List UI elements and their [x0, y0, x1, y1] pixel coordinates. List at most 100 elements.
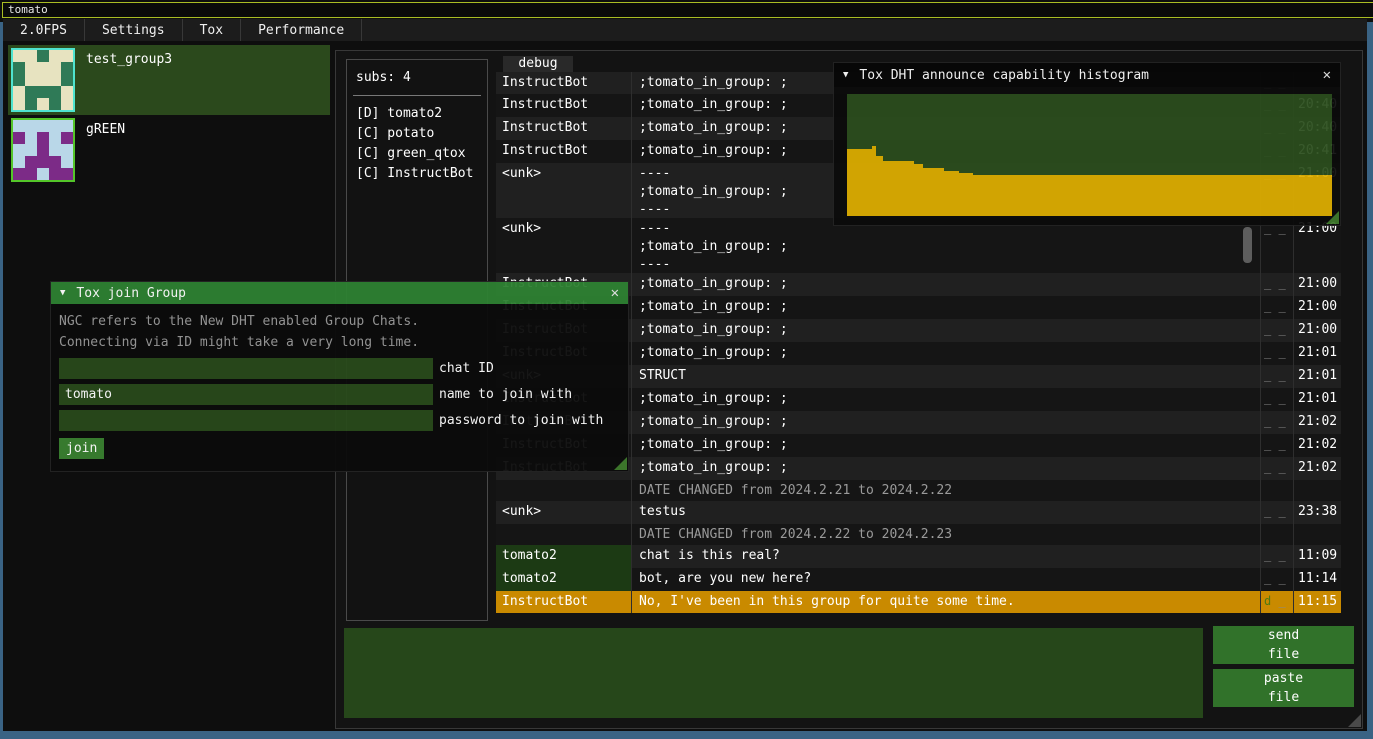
delivery-status-cell: _ _ — [1260, 273, 1293, 296]
timestamp-cell: 21:02 — [1293, 411, 1341, 434]
group-avatar — [11, 118, 75, 182]
delivery-status-cell: _ _ — [1260, 342, 1293, 365]
avatar-pixel — [61, 74, 73, 86]
avatar-pixel — [61, 132, 73, 144]
group-name: test_group3 — [86, 52, 172, 67]
join-window-titlebar[interactable]: ▼ Tox join Group ✕ — [51, 282, 628, 304]
avatar-pixel — [25, 120, 37, 132]
timestamp-cell: 23:38 — [1293, 501, 1341, 524]
chat-scrollbar-thumb[interactable] — [1243, 227, 1252, 263]
password-to-join-with-label: password to join with — [439, 413, 603, 428]
window-title: tomato — [8, 3, 48, 16]
delivery-status-cell: _ _ — [1260, 388, 1293, 411]
close-icon[interactable]: ✕ — [611, 285, 619, 301]
timestamp-cell: 21:01 — [1293, 342, 1341, 365]
button-label-line: paste — [1264, 669, 1303, 688]
avatar-pixel — [61, 98, 73, 110]
message-cell: DATE CHANGED from 2024.2.22 to 2024.2.23 — [632, 524, 1260, 545]
avatar-pixel — [49, 144, 61, 156]
timestamp-cell: 21:00 — [1293, 319, 1341, 342]
histogram-bar-segment — [914, 164, 923, 216]
message-cell: chat is this real? — [632, 545, 1260, 568]
avatar-pixel — [37, 144, 49, 156]
timestamp-cell: 11:14 — [1293, 568, 1341, 591]
delivery-status-cell: _ _ — [1260, 501, 1293, 524]
menu-item-performance[interactable]: Performance — [241, 19, 362, 41]
button-label-line: send — [1268, 626, 1299, 645]
message-cell: ;tomato_in_group: ; — [632, 296, 1260, 319]
chat-message-row: tomato2chat is this real?_ _11:09 — [496, 545, 1341, 568]
sender-name-cell — [496, 480, 632, 501]
window-frame-left — [0, 22, 3, 731]
histogram-window-titlebar[interactable]: ▼ Tox DHT announce capability histogram … — [834, 63, 1340, 87]
avatar-pixel — [37, 120, 49, 132]
group-item-green[interactable]: gREEN — [8, 115, 330, 185]
close-icon[interactable]: ✕ — [1323, 67, 1331, 83]
avatar-pixel — [49, 132, 61, 144]
histogram-bar-segment — [959, 173, 974, 216]
subs-member-list: [D] tomato2[C] potato[C] green_qtox[C] I… — [356, 104, 478, 184]
name-to-join-with-input[interactable]: tomato — [59, 384, 433, 405]
collapse-icon[interactable]: ▼ — [843, 70, 848, 80]
timestamp-cell: 21:00 — [1293, 218, 1341, 273]
delivery-status-cell: d _ — [1260, 591, 1293, 613]
histogram-plot — [847, 94, 1332, 216]
tab-debug[interactable]: debug — [503, 56, 573, 73]
timestamp-cell: 21:02 — [1293, 457, 1341, 480]
avatar-pixel — [49, 62, 61, 74]
message-line: testus — [639, 503, 1253, 521]
message-input[interactable] — [344, 628, 1203, 718]
join-field-row: password to join with — [59, 410, 620, 431]
send-file-button[interactable]: sendfile — [1213, 626, 1354, 664]
collapse-icon[interactable]: ▼ — [60, 288, 65, 298]
join-resize-grip[interactable] — [614, 457, 627, 470]
timestamp-cell — [1293, 524, 1341, 545]
chat-id-label: chat ID — [439, 361, 494, 376]
window-titlebar[interactable]: tomato — [2, 2, 1373, 18]
sender-name-cell: <unk> — [496, 163, 632, 218]
avatar-pixel — [25, 144, 37, 156]
group-item-test-group3[interactable]: test_group3 — [8, 45, 330, 115]
sender-name-cell — [496, 524, 632, 545]
date-divider-row: DATE CHANGED from 2024.2.21 to 2024.2.22 — [496, 480, 1341, 501]
message-line: ;tomato_in_group: ; — [639, 298, 1253, 316]
sender-name-cell: InstructBot — [496, 94, 632, 117]
delivery-status-cell: _ _ — [1260, 568, 1293, 591]
histogram-bar-segment — [847, 149, 872, 216]
histogram-bar-segment — [973, 175, 1332, 216]
join-field-row: chat ID — [59, 358, 620, 379]
chat-message-row: tomato2bot, are you new here?_ _11:14 — [496, 568, 1341, 591]
message-line: STRUCT — [639, 367, 1253, 385]
chat-id-input[interactable] — [59, 358, 433, 379]
delivery-status-cell: _ _ — [1260, 319, 1293, 342]
message-cell: ;tomato_in_group: ; — [632, 411, 1260, 434]
avatar-pixel — [49, 156, 61, 168]
chat-message-row: InstructBotNo, I've been in this group f… — [496, 591, 1341, 613]
avatar-pixel — [13, 62, 25, 74]
paste-file-button[interactable]: pastefile — [1213, 669, 1354, 707]
delivery-status-cell — [1260, 480, 1293, 501]
timestamp-cell: 21:01 — [1293, 388, 1341, 411]
sender-name-cell: <unk> — [496, 501, 632, 524]
menu-item-settings[interactable]: Settings — [85, 19, 183, 41]
join-button[interactable]: join — [59, 438, 104, 459]
message-line: No, I've been in this group for quite so… — [639, 593, 1253, 611]
timestamp-cell: 11:09 — [1293, 545, 1341, 568]
main-resize-grip[interactable] — [1348, 714, 1361, 727]
subs-title: subs: 4 — [356, 70, 478, 85]
avatar-pixel — [25, 74, 37, 86]
message-cell: DATE CHANGED from 2024.2.21 to 2024.2.22 — [632, 480, 1260, 501]
message-line: ;tomato_in_group: ; — [639, 436, 1253, 454]
histogram-resize-grip[interactable] — [1326, 211, 1339, 224]
menu-item-tox[interactable]: Tox — [183, 19, 241, 41]
avatar-pixel — [13, 98, 25, 110]
sender-name-cell: tomato2 — [496, 568, 632, 591]
join-field-row: tomatoname to join with — [59, 384, 620, 405]
avatar-pixel — [61, 144, 73, 156]
message-cell: ;tomato_in_group: ; — [632, 457, 1260, 480]
message-line: ;tomato_in_group: ; — [639, 238, 1253, 256]
password-to-join-with-input[interactable] — [59, 410, 433, 431]
menu-item-2-0fps[interactable]: 2.0FPS — [3, 19, 85, 41]
avatar-pixel — [25, 86, 37, 98]
window-frame-right — [1367, 22, 1373, 731]
